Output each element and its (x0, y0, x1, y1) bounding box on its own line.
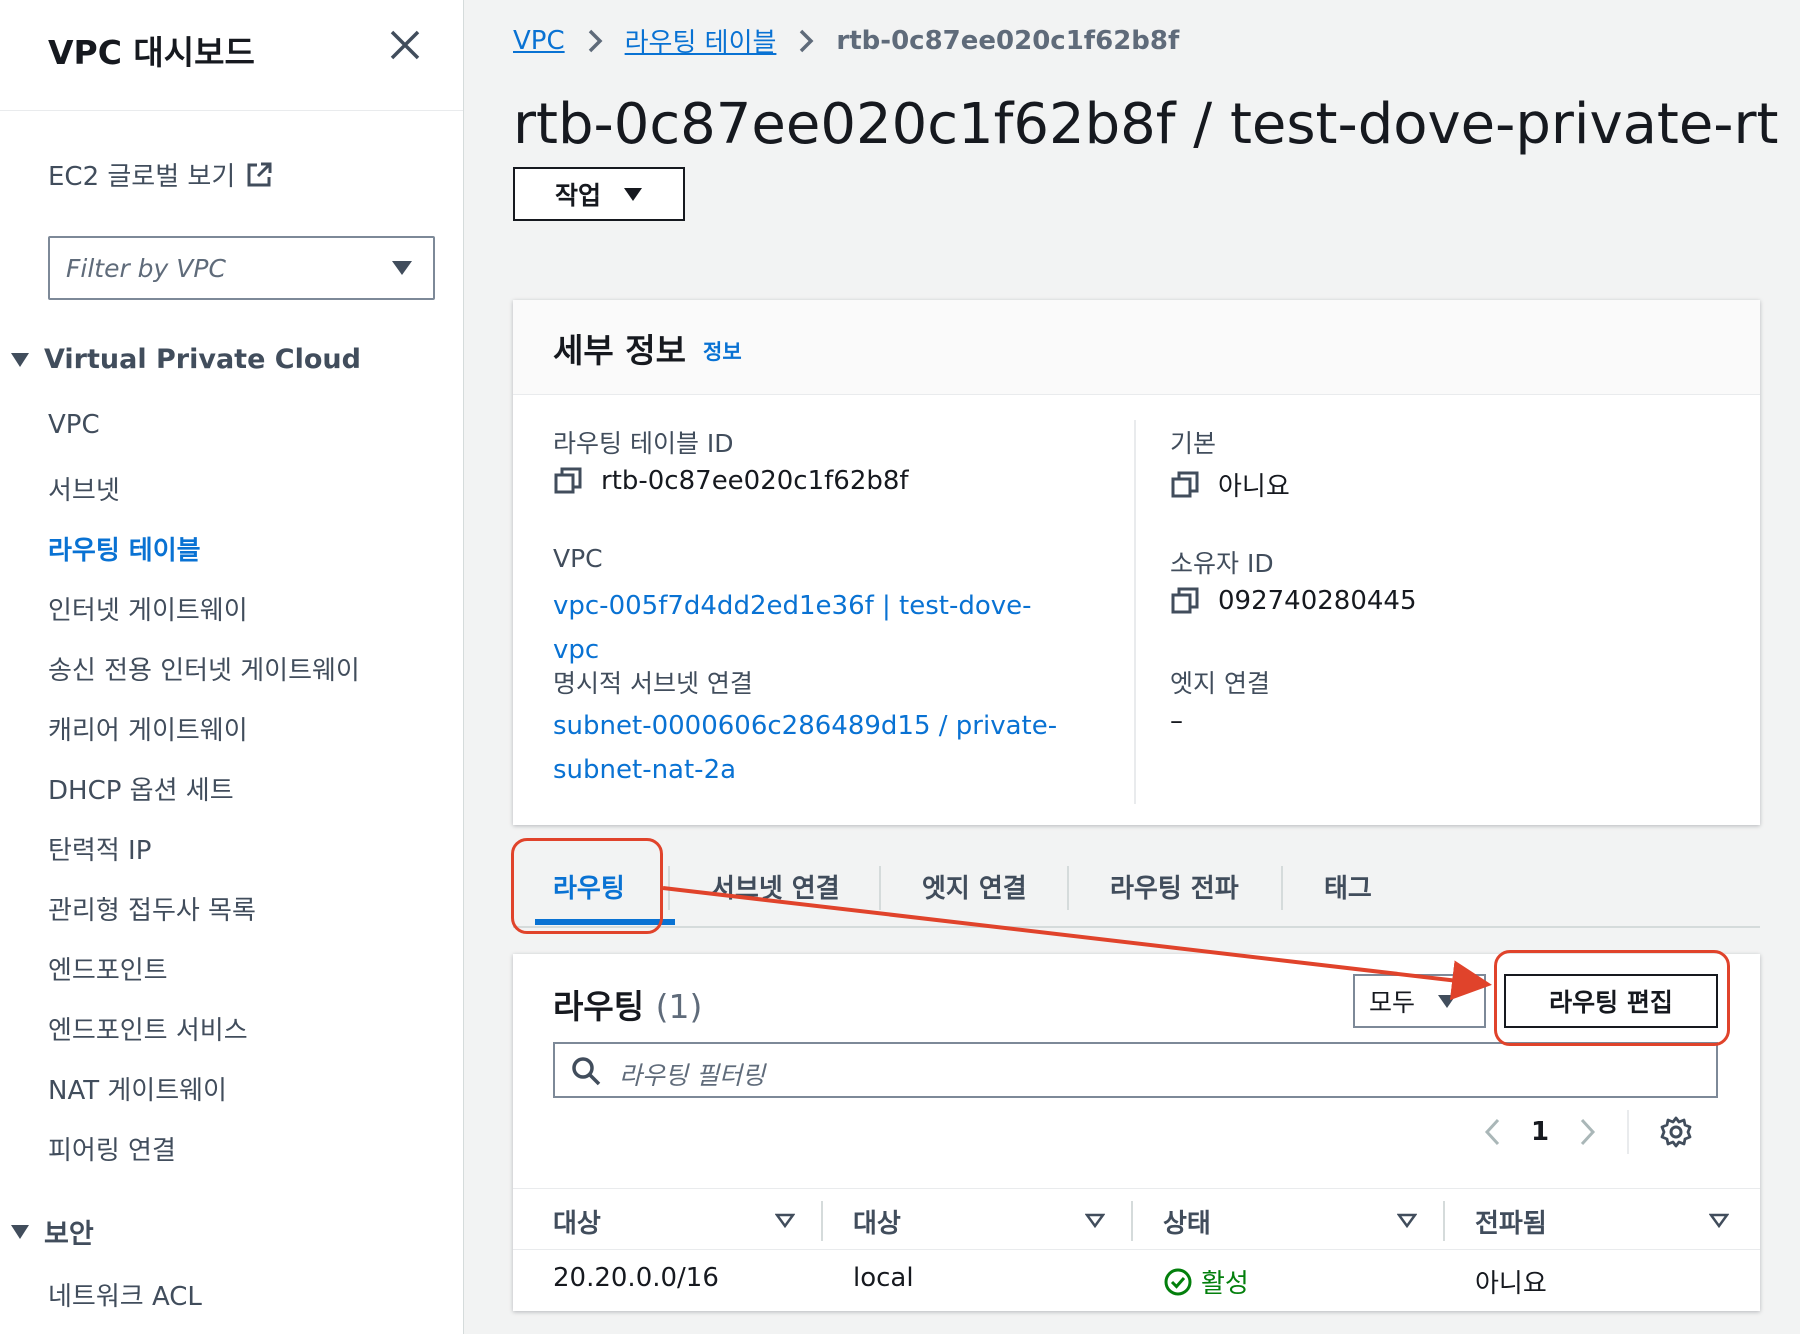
annotation-arrow (662, 886, 1492, 1001)
